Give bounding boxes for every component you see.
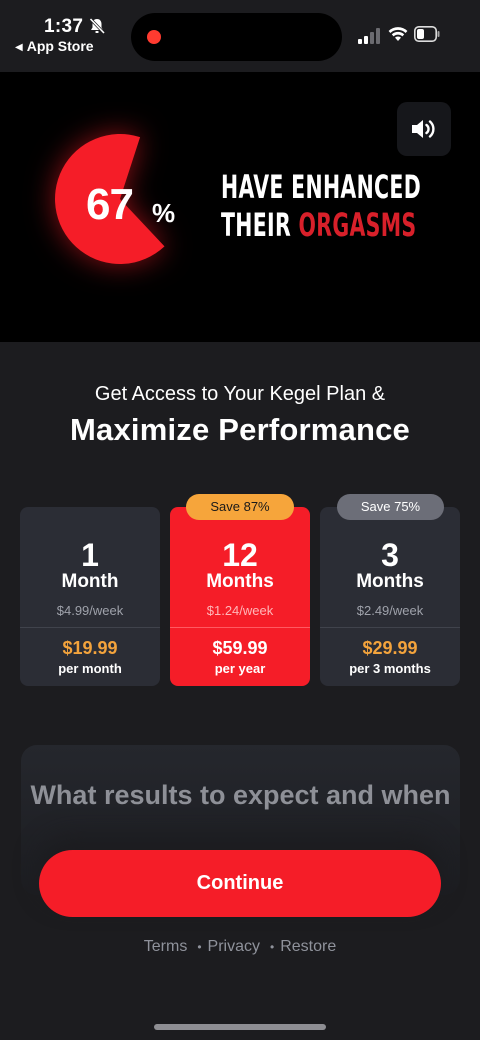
plan-period: per year — [214, 661, 266, 676]
plan-card-3-months[interactable]: 3 Months $2.49/week $29.99 per 3 months — [320, 507, 460, 686]
hero-percent-sign: % — [152, 198, 176, 228]
offer-subtitle: Get Access to Your Kegel Plan & — [94, 383, 386, 405]
plan-card-1-month[interactable]: 1 Month $4.99/week $19.99 per month — [20, 507, 160, 686]
hero-banner: 67 % HAVE ENHANCED THEIR ORGASMS — [0, 72, 480, 342]
save-badge-12-months: Save 87% — [186, 494, 294, 520]
plan-count: 3 — [381, 537, 399, 573]
terms-link[interactable]: Terms — [144, 938, 188, 956]
plan-period: per month — [58, 661, 122, 676]
hero-headline-white: THEIR — [221, 206, 299, 244]
link-separator: • — [197, 940, 202, 954]
status-time: 1:37 — [44, 16, 84, 37]
speaker-icon — [412, 120, 435, 138]
continue-button[interactable]: Continue — [39, 850, 441, 917]
plan-card-12-months[interactable]: 12 Months $1.24/week $59.99 per year — [170, 507, 310, 686]
offer-title: Maximize Performance — [70, 412, 410, 447]
hero-headline: HAVE ENHANCED THEIR ORGASMS — [221, 168, 421, 244]
signal-icon — [358, 28, 380, 44]
plan-divider — [320, 627, 460, 628]
plan-unit: Months — [206, 571, 274, 592]
plan-weekly-price: $4.99/week — [56, 603, 124, 618]
plan-price: $19.99 — [62, 638, 118, 658]
results-title: What results to expect and when — [30, 780, 451, 810]
dynamic-island — [131, 13, 342, 61]
recording-dot-icon — [147, 30, 161, 44]
hero-headline-red: ORGASMS — [298, 206, 417, 244]
privacy-link[interactable]: Privacy — [208, 938, 260, 956]
plan-period: per 3 months — [349, 661, 431, 676]
footer-links: Terms • Privacy • Restore — [0, 938, 480, 956]
back-app-label: App Store — [26, 38, 94, 54]
plan-price: $29.99 — [362, 638, 418, 658]
plan-count: 1 — [81, 537, 99, 573]
hero-percent-value: 67 — [86, 180, 134, 229]
link-separator: • — [269, 940, 275, 954]
back-to-app-store[interactable]: ◀ App Store — [15, 38, 94, 54]
plan-price: $59.99 — [212, 638, 268, 658]
plan-unit: Months — [356, 571, 424, 592]
plan-weekly-price: $2.49/week — [356, 603, 424, 618]
plan-divider — [170, 627, 310, 628]
restore-link[interactable]: Restore — [280, 938, 336, 956]
home-indicator[interactable] — [154, 1024, 326, 1030]
battery-icon — [414, 26, 440, 42]
plan-divider — [20, 627, 160, 628]
bell-slash-icon — [89, 17, 106, 35]
plan-count: 12 — [222, 537, 258, 573]
back-arrow-icon: ◀ — [15, 42, 23, 53]
status-bar: 1:37 ◀ App Store — [0, 0, 480, 72]
save-badge-3-months: Save 75% — [337, 494, 444, 520]
wifi-icon — [388, 27, 408, 41]
hero-headline-line2: THEIR ORGASMS — [221, 206, 421, 244]
plan-weekly-price: $1.24/week — [206, 603, 274, 618]
hero-headline-line1: HAVE ENHANCED — [221, 168, 422, 206]
sound-toggle-button[interactable] — [397, 102, 451, 156]
plan-unit: Month — [61, 571, 119, 592]
